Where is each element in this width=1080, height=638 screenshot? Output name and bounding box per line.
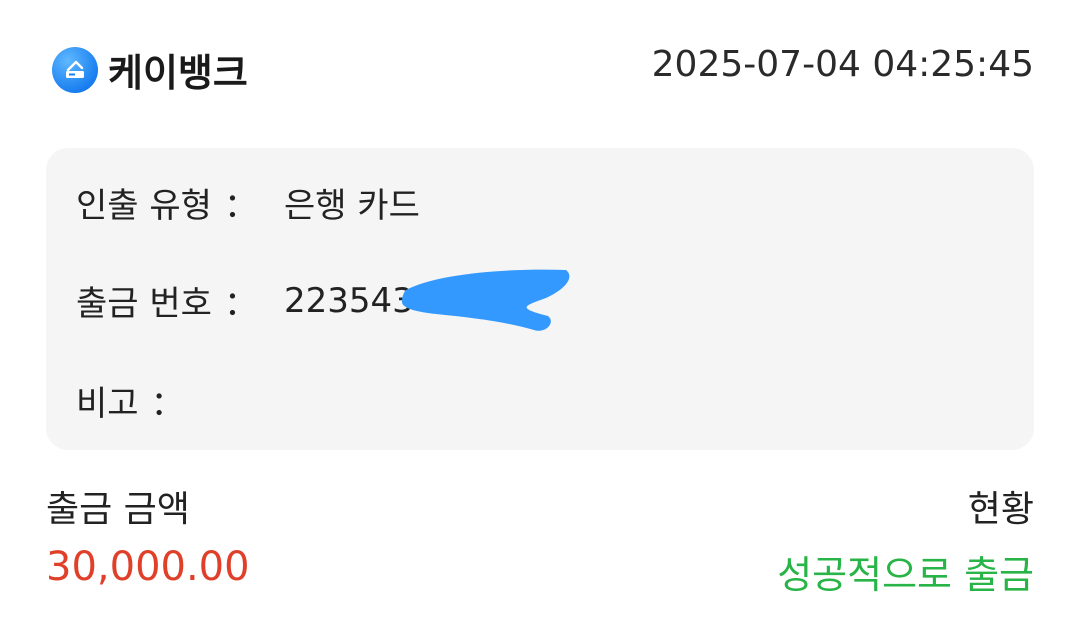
separator: ： [150, 384, 185, 424]
withdraw-number-row: 출금 번호 ： 223543 [76, 276, 414, 325]
memo-row: 비고 ： [76, 376, 211, 425]
withdraw-type-label: 인출 유형 [76, 186, 212, 226]
amount-label: 출금 금액 [46, 489, 190, 530]
transaction-datetime: 2025-07-04 04:25:45 [651, 44, 1034, 85]
brand: 케이뱅크 [52, 42, 248, 97]
withdraw-number-value: 223543 [283, 280, 414, 321]
withdraw-type-row: 인출 유형 ： 은행 카드 [76, 178, 420, 227]
separator: ： [223, 284, 258, 324]
status-label: 현황 [967, 489, 1034, 530]
brand-name: 케이뱅크 [108, 51, 248, 95]
status-value: 성공적으로 출금 [777, 553, 1034, 597]
redaction-scribble [402, 269, 570, 331]
header: 케이뱅크 2025-07-04 04:25:45 [52, 38, 1034, 97]
separator: ： [223, 186, 258, 226]
kbank-logo-icon [52, 46, 98, 93]
withdraw-type-value: 은행 카드 [283, 186, 420, 226]
amount-value: 30,000.00 [46, 544, 250, 590]
withdraw-number-label: 출금 번호 [76, 284, 212, 324]
memo-label: 비고 [76, 384, 139, 424]
